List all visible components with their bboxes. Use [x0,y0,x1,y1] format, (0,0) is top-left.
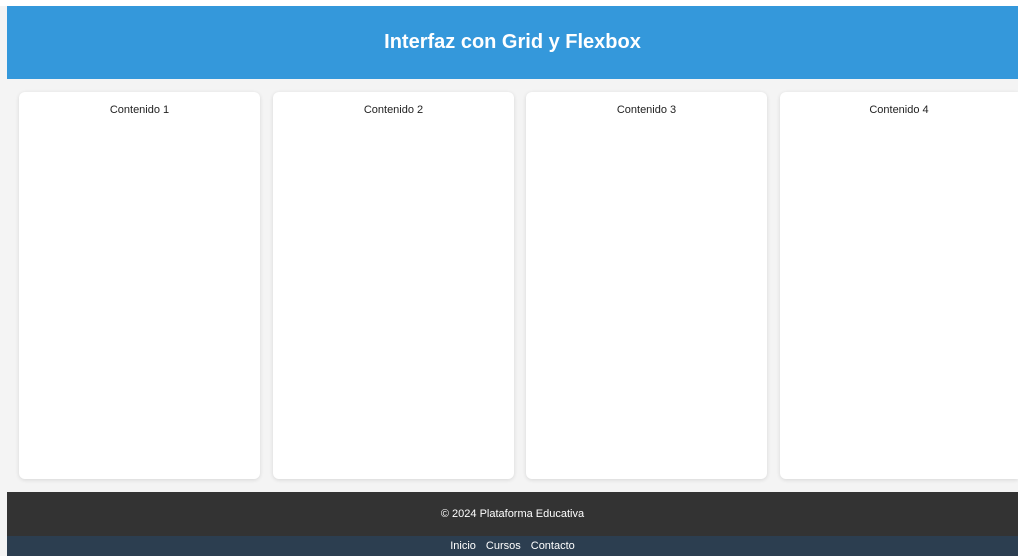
card-label: Contenido 2 [363,104,424,116]
page-footer: © 2024 Plataforma Educativa [7,492,1018,536]
content-card-4: Contenido 4 [780,92,1018,479]
card-label: Contenido 4 [869,104,929,116]
content-card-2: Contenido 2 [273,92,514,479]
nav-link-inicio[interactable]: Inicio [450,540,476,552]
footer-nav: Inicio Cursos Contacto [7,536,1018,556]
content-card-3: Contenido 3 [526,92,767,479]
page-header: Interfaz con Grid y Flexbox [7,6,1018,79]
page: Interfaz con Grid y Flexbox Contenido 1 … [0,0,1018,556]
content-grid: Contenido 1 Contenido 2 Contenido 3 Cont… [19,92,1018,479]
page-title: Interfaz con Grid y Flexbox [384,31,641,53]
card-label: Contenido 1 [109,104,170,116]
nav-link-contacto[interactable]: Contacto [531,540,575,552]
nav-link-cursos[interactable]: Cursos [486,540,521,552]
card-label: Contenido 3 [616,104,677,116]
copyright-text: © 2024 Plataforma Educativa [440,508,585,520]
content-card-1: Contenido 1 [19,92,260,479]
